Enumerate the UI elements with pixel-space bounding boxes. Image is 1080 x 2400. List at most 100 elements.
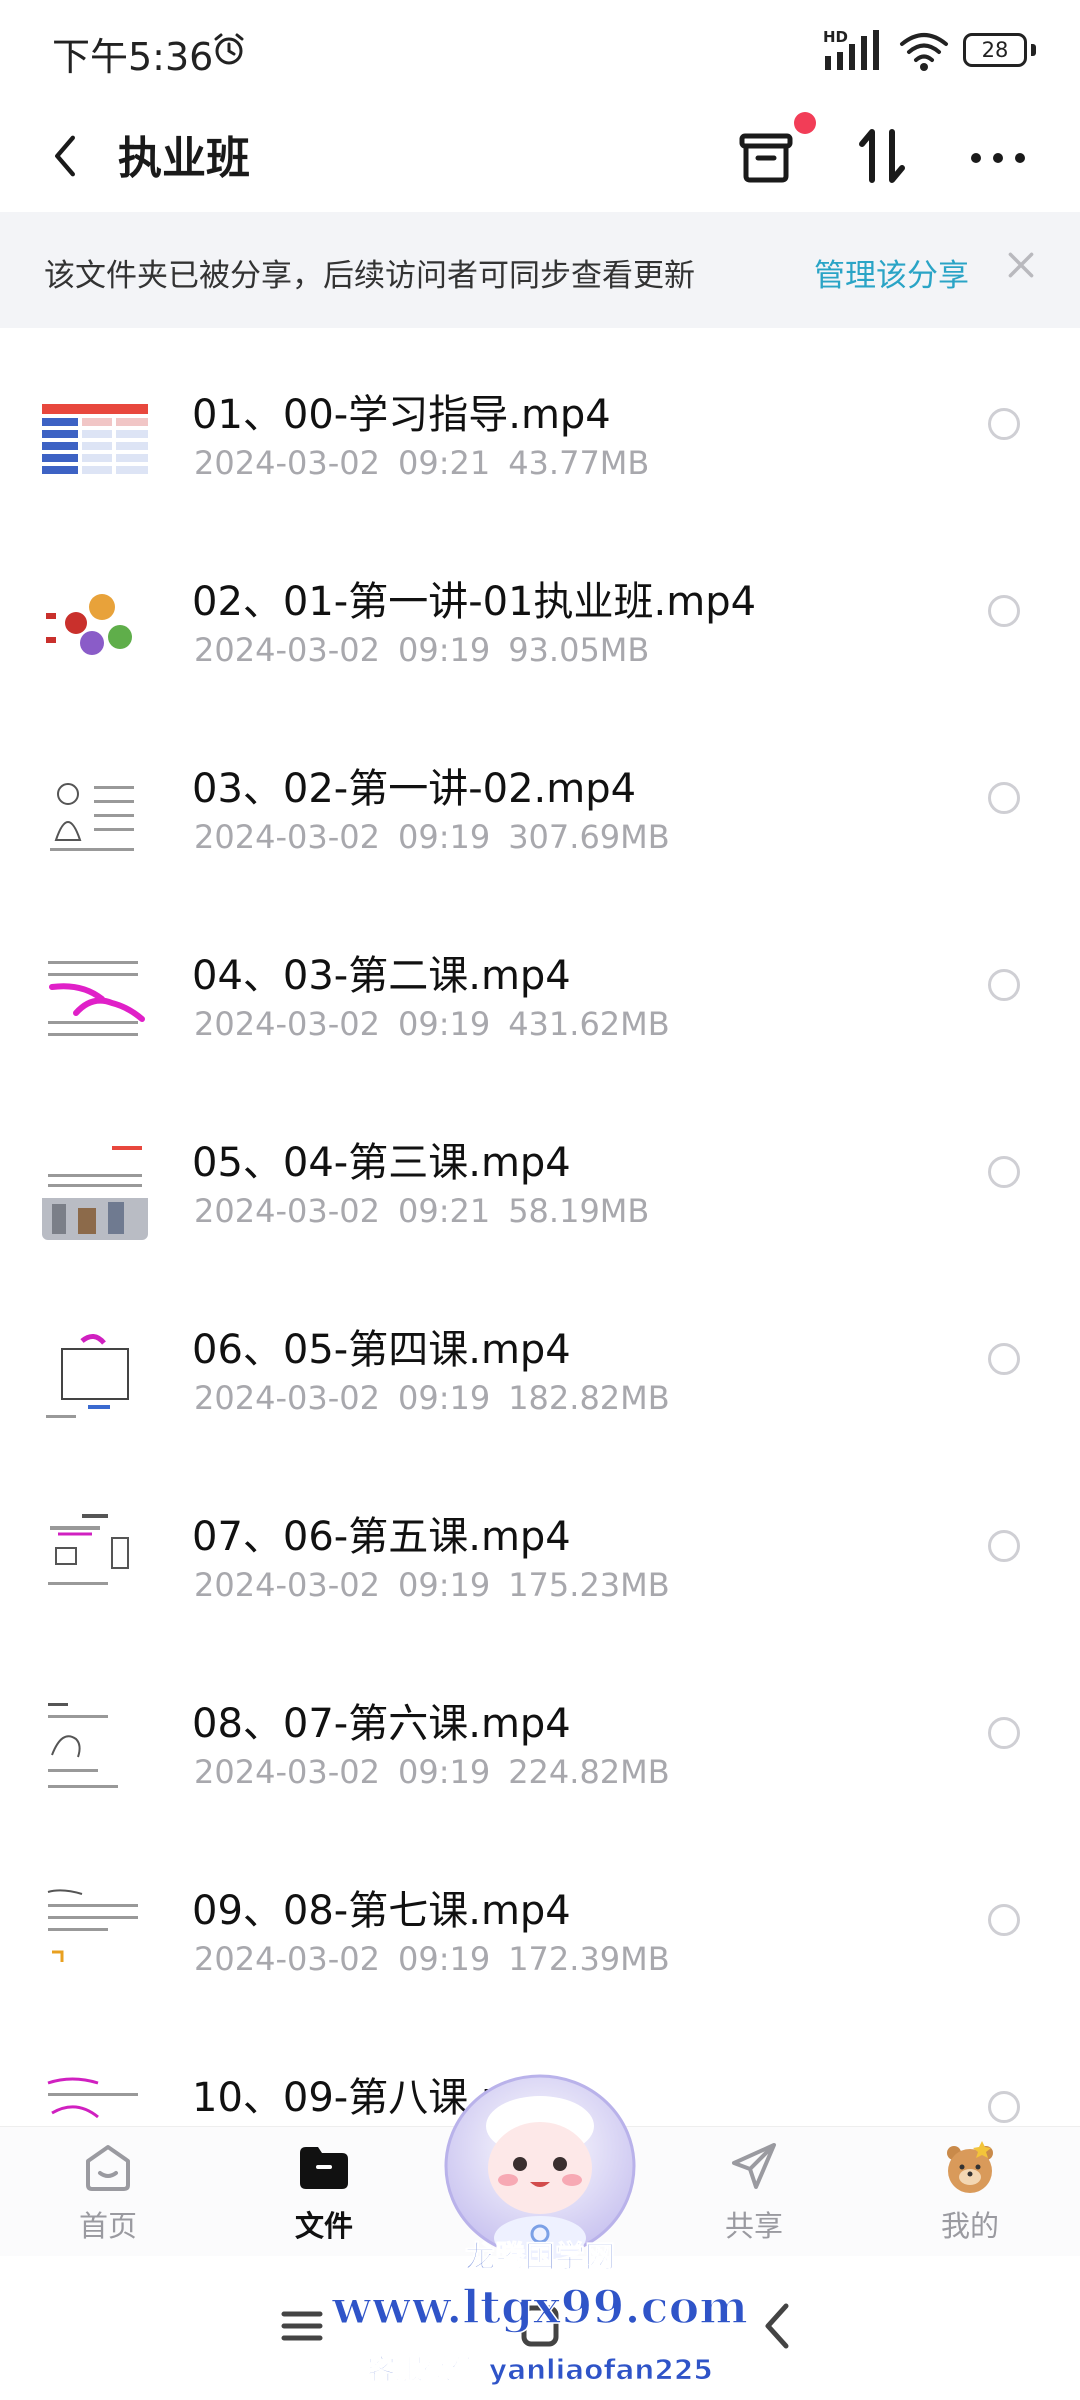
wifi-icon	[900, 33, 948, 71]
file-name: 08、07-第六课.mp4	[192, 1701, 571, 1747]
more-icon	[971, 153, 1025, 163]
select-radio[interactable]	[988, 969, 1020, 1001]
file-size: 182.82MB	[508, 1379, 670, 1417]
file-meta: 2024-03-02 09:19 172.39MB	[194, 1940, 688, 1978]
select-radio[interactable]	[988, 1343, 1020, 1375]
status-time: 下午5:36	[52, 35, 214, 79]
archive-icon	[739, 133, 793, 183]
file-size: 224.82MB	[508, 1753, 670, 1791]
video-thumbnail	[42, 1695, 148, 1801]
file-name: 09、08-第七课.mp4	[192, 1888, 571, 1934]
file-meta: 2024-03-02 09:19 224.82MB	[194, 1753, 688, 1791]
file-size: 172.39MB	[508, 1940, 670, 1978]
back-button[interactable]	[40, 124, 90, 188]
manage-share-link[interactable]: 管理该分享	[814, 250, 969, 295]
more-button[interactable]	[966, 118, 1030, 194]
file-time: 09:19	[397, 1005, 491, 1043]
file-time: 09:21	[397, 1192, 491, 1230]
notification-dot	[794, 112, 816, 134]
select-radio[interactable]	[988, 595, 1020, 627]
select-radio[interactable]	[988, 782, 1020, 814]
file-time: 09:19	[397, 1379, 491, 1417]
file-name: 04、03-第二课.mp4	[192, 953, 571, 999]
signal-icon: HD	[823, 28, 885, 72]
back-icon	[55, 135, 75, 177]
select-radio[interactable]	[988, 408, 1020, 440]
folder-icon	[300, 2147, 348, 2189]
home-icon	[86, 2145, 130, 2191]
file-meta: 2024-03-02 09:19 93.05MB	[194, 631, 667, 669]
video-thumbnail	[42, 1134, 148, 1240]
file-row[interactable]: 05、04-第三课.mp4 2024-03-02 09:21 58.19MB	[0, 1084, 1080, 1271]
file-name: 05、04-第三课.mp4	[192, 1140, 571, 1186]
file-meta: 2024-03-02 09:19 431.62MB	[194, 1005, 688, 1043]
file-row[interactable]: 01、00-学习指导.mp4 2024-03-02 09:21 43.77MB	[0, 336, 1080, 523]
file-size: 43.77MB	[508, 444, 650, 482]
profile-icon	[947, 2141, 993, 2193]
video-thumbnail	[42, 760, 148, 866]
file-name: 02、01-第一讲-01执业班.mp4	[192, 579, 757, 625]
file-list: 01、00-学习指导.mp4 2024-03-02 09:21 43.77MB 02…	[0, 336, 1080, 2126]
close-icon	[1008, 252, 1034, 278]
alarm-icon	[214, 33, 244, 65]
file-date: 2024-03-02	[194, 1379, 380, 1417]
file-time: 09:19	[397, 1566, 491, 1604]
file-meta: 2024-03-02 09:21 43.77MB	[194, 444, 667, 482]
file-size: 175.23MB	[508, 1566, 670, 1604]
close-banner-button[interactable]	[1006, 250, 1040, 290]
file-date: 2024-03-02	[194, 631, 380, 669]
select-radio[interactable]	[988, 1904, 1020, 1936]
watermark-url: www.ltgx99.com	[331, 2279, 748, 2335]
top-app-bar: 执业班	[0, 100, 1080, 212]
file-meta: 2024-03-02 09:19 182.82MB	[194, 1379, 688, 1417]
select-radio[interactable]	[988, 1156, 1020, 1188]
battery-level: 28	[981, 38, 1009, 62]
file-date: 2024-03-02	[194, 818, 380, 856]
file-time: 09:19	[397, 1753, 491, 1791]
video-thumbnail	[42, 947, 148, 1053]
file-row[interactable]: 06、05-第四课.mp4 2024-03-02 09:19 182.82MB	[0, 1271, 1080, 1458]
select-radio[interactable]	[988, 1530, 1020, 1562]
video-thumbnail	[42, 2069, 148, 2126]
file-name: 01、00-学习指导.mp4	[192, 392, 611, 438]
share-icon	[732, 2143, 776, 2189]
file-row[interactable]: 03、02-第一讲-02.mp4 2024-03-02 09:19 307.69MB	[0, 710, 1080, 897]
battery-icon: 28	[963, 33, 1027, 67]
share-banner: 该文件夹已被分享，后续访问者可同步查看更新 管理该分享	[0, 212, 1080, 328]
sort-icon	[859, 129, 905, 183]
archive-button[interactable]	[730, 112, 816, 194]
file-row[interactable]: 07、06-第五课.mp4 2024-03-02 09:19 175.23MB	[0, 1458, 1080, 1645]
file-date: 2024-03-02	[194, 1192, 380, 1230]
file-size: 307.69MB	[508, 818, 670, 856]
video-thumbnail	[42, 1508, 148, 1614]
file-name: 03、02-第一讲-02.mp4	[192, 766, 637, 812]
video-thumbnail	[42, 386, 148, 492]
status-bar: 下午5:36 HD 28	[0, 0, 1080, 100]
share-banner-text: 该文件夹已被分享，后续访问者可同步查看更新	[44, 258, 695, 294]
file-row[interactable]: 02、01-第一讲-01执业班.mp4 2024-03-02 09:19 93.05…	[0, 523, 1080, 710]
video-thumbnail	[42, 1321, 148, 1427]
watermark-contact: 客服微信 yanliaofan225	[367, 2353, 714, 2387]
file-date: 2024-03-02	[194, 1753, 380, 1791]
file-row[interactable]: 08、07-第六课.mp4 2024-03-02 09:19 224.82MB	[0, 1645, 1080, 1832]
video-thumbnail	[42, 573, 148, 679]
select-radio[interactable]	[988, 1717, 1020, 1749]
file-time: 09:21	[397, 444, 491, 482]
file-date: 2024-03-02	[194, 1005, 380, 1043]
file-time: 09:19	[397, 818, 491, 856]
file-size: 431.62MB	[508, 1005, 670, 1043]
page-title: 执业班	[118, 133, 250, 184]
file-row[interactable]: 09、08-第七课.mp4 2024-03-02 09:19 172.39MB	[0, 1832, 1080, 2019]
select-radio[interactable]	[988, 2091, 1020, 2123]
video-thumbnail	[42, 1882, 148, 1988]
file-name: 07、06-第五课.mp4	[192, 1514, 571, 1560]
file-meta: 2024-03-02 09:21 58.19MB	[194, 1192, 667, 1230]
file-time: 09:19	[397, 1940, 491, 1978]
file-date: 2024-03-02	[194, 1940, 380, 1978]
watermark-site-name: 龙腾国学网	[465, 2240, 616, 2276]
sort-button[interactable]	[850, 118, 914, 194]
file-name: 06、05-第四课.mp4	[192, 1327, 571, 1373]
file-meta: 2024-03-02 09:19 307.69MB	[194, 818, 688, 856]
file-row[interactable]: 04、03-第二课.mp4 2024-03-02 09:19 431.62MB	[0, 897, 1080, 1084]
file-size: 58.19MB	[508, 1192, 650, 1230]
